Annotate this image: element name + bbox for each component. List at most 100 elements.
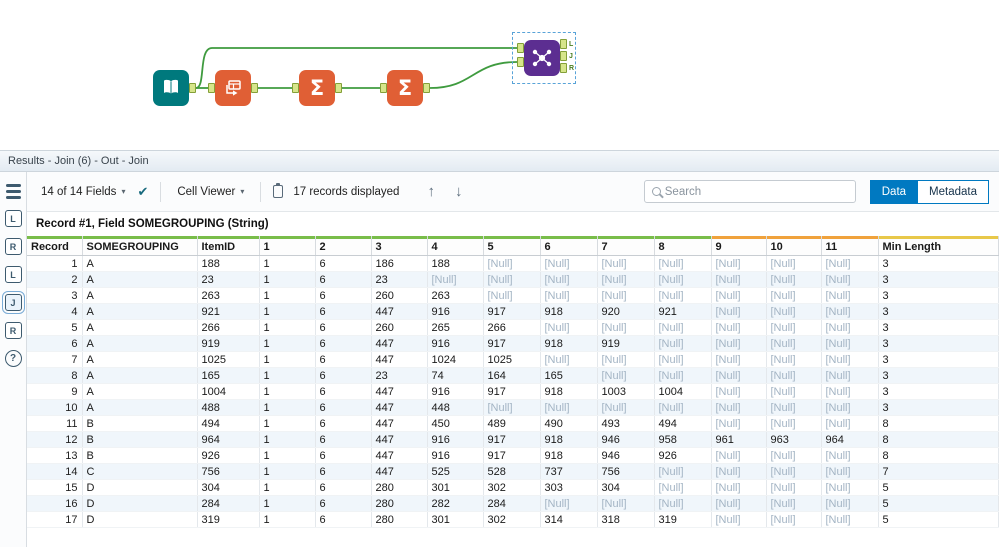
cell[interactable]: C xyxy=(82,463,198,480)
cell[interactable]: 301 xyxy=(427,479,484,496)
cell[interactable]: 263 xyxy=(427,287,484,304)
cell[interactable]: 4 xyxy=(27,303,83,320)
cell[interactable]: 926 xyxy=(197,447,260,464)
cell[interactable]: 5 xyxy=(878,495,999,512)
cell[interactable]: 1 xyxy=(259,415,316,432)
cell[interactable]: [Null] xyxy=(821,303,879,320)
cell[interactable]: 23 xyxy=(371,367,428,384)
cell[interactable]: [Null] xyxy=(821,463,879,480)
output-anchor[interactable] xyxy=(423,83,430,93)
table-row[interactable]: 17 D 319 1 6 280 301 302 314 318 319 [Null] [Null] [N… xyxy=(27,511,999,528)
cell[interactable]: [Null] xyxy=(654,399,712,416)
cell[interactable]: D xyxy=(82,511,198,528)
cell[interactable]: 318 xyxy=(597,511,655,528)
cell[interactable]: A xyxy=(82,319,198,336)
cell[interactable]: 926 xyxy=(654,447,712,464)
cell[interactable]: 1 xyxy=(259,463,316,480)
cell[interactable]: 16 xyxy=(27,495,83,512)
summarize-tool-1[interactable]: Σ xyxy=(299,70,335,106)
cell[interactable]: [Null] xyxy=(821,255,879,272)
cell[interactable]: 6 xyxy=(315,511,372,528)
cell[interactable]: [Null] xyxy=(597,319,655,336)
cell[interactable]: A xyxy=(82,399,198,416)
cell[interactable]: 6 xyxy=(315,335,372,352)
cell[interactable]: [Null] xyxy=(654,495,712,512)
cell[interactable]: [Null] xyxy=(711,255,767,272)
table-row[interactable]: 11 B 494 1 6 447 450 489 490 493 494 [Null] [Null] [N… xyxy=(27,415,999,432)
cell[interactable]: 3 xyxy=(878,287,999,304)
cell[interactable]: 918 xyxy=(540,431,598,448)
cell[interactable]: 1 xyxy=(259,351,316,368)
column-header-10[interactable]: 10 xyxy=(766,236,822,256)
cell[interactable]: 917 xyxy=(483,335,541,352)
cell[interactable]: 266 xyxy=(483,319,541,336)
cell[interactable]: [Null] xyxy=(597,271,655,288)
clipboard-icon[interactable] xyxy=(273,183,284,198)
column-header-11[interactable]: 11 xyxy=(821,236,879,256)
cell[interactable]: 6 xyxy=(315,367,372,384)
cell[interactable]: 7 xyxy=(27,351,83,368)
cell[interactable]: 447 xyxy=(371,463,428,480)
cell[interactable]: [Null] xyxy=(766,479,822,496)
cell[interactable]: [Null] xyxy=(766,447,822,464)
search-box[interactable] xyxy=(643,180,856,203)
cell[interactable]: 525 xyxy=(427,463,484,480)
cell[interactable]: 9 xyxy=(27,383,83,400)
cell[interactable]: 6 xyxy=(315,399,372,416)
join-tool[interactable] xyxy=(524,40,560,76)
input-anchor[interactable] xyxy=(208,83,215,93)
column-header-6[interactable]: 6 xyxy=(540,236,598,256)
cell[interactable]: 74 xyxy=(427,367,484,384)
cell[interactable]: 8 xyxy=(27,367,83,384)
cell[interactable]: [Null] xyxy=(597,255,655,272)
cell[interactable]: 1 xyxy=(259,447,316,464)
cell[interactable]: 3 xyxy=(878,351,999,368)
cell[interactable]: [Null] xyxy=(711,319,767,336)
workflow-canvas[interactable]: Σ Σ L J R xyxy=(0,0,999,150)
cell[interactable]: 3 xyxy=(878,255,999,272)
cell[interactable]: [Null] xyxy=(711,415,767,432)
column-header-record[interactable]: Record xyxy=(27,236,83,256)
cell[interactable]: 756 xyxy=(197,463,260,480)
cell[interactable]: [Null] xyxy=(711,367,767,384)
cell[interactable]: [Null] xyxy=(821,335,879,352)
cell[interactable]: 1 xyxy=(259,367,316,384)
column-header-5[interactable]: 5 xyxy=(483,236,541,256)
cell[interactable]: 5 xyxy=(878,511,999,528)
cell[interactable]: 447 xyxy=(371,447,428,464)
cell[interactable]: 280 xyxy=(371,511,428,528)
cell[interactable]: [Null] xyxy=(483,271,541,288)
cell-viewer-dropdown[interactable]: Cell Viewer ▾ xyxy=(173,183,248,201)
table-container[interactable]: Record SOMEGROUPING ItemID 1 2 3 4 5 6 7 8 9 10 11 Min… xyxy=(27,236,999,547)
cell[interactable]: 5 xyxy=(878,479,999,496)
output-anchor[interactable] xyxy=(251,83,258,93)
cell[interactable]: 302 xyxy=(483,511,541,528)
cell[interactable]: [Null] xyxy=(766,367,822,384)
cell[interactable]: [Null] xyxy=(821,495,879,512)
cell[interactable]: 303 xyxy=(540,479,598,496)
cell[interactable]: 1 xyxy=(259,383,316,400)
cell[interactable]: [Null] xyxy=(821,511,879,528)
cell[interactable]: 447 xyxy=(371,303,428,320)
cell[interactable]: [Null] xyxy=(821,351,879,368)
cell[interactable]: [Null] xyxy=(766,415,822,432)
cell[interactable]: 450 xyxy=(427,415,484,432)
cell[interactable]: [Null] xyxy=(766,271,822,288)
cell[interactable]: 319 xyxy=(197,511,260,528)
table-row[interactable]: 13 B 926 1 6 447 916 917 918 946 926 [Null] [Null] [N… xyxy=(27,447,999,464)
cell[interactable]: 1024 xyxy=(427,351,484,368)
output-anchor[interactable] xyxy=(189,83,196,93)
cell[interactable]: [Null] xyxy=(654,367,712,384)
cell[interactable]: [Null] xyxy=(711,383,767,400)
cell[interactable]: 280 xyxy=(371,479,428,496)
cell[interactable]: [Null] xyxy=(766,399,822,416)
cell[interactable]: D xyxy=(82,495,198,512)
cell[interactable]: 304 xyxy=(197,479,260,496)
cell[interactable]: 3 xyxy=(878,383,999,400)
data-tab-button[interactable]: Data xyxy=(869,179,919,204)
cell[interactable]: 319 xyxy=(654,511,712,528)
check-icon[interactable]: ✔ xyxy=(137,184,148,200)
cell[interactable]: 8 xyxy=(878,431,999,448)
cell[interactable]: [Null] xyxy=(654,479,712,496)
cell[interactable]: 1004 xyxy=(197,383,260,400)
